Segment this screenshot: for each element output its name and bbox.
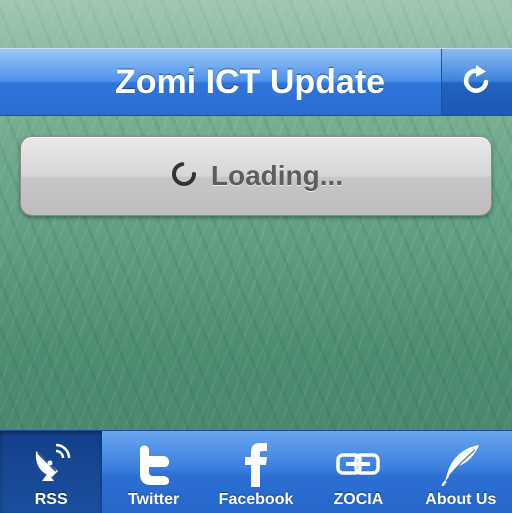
loading-indicator: Loading... [20,136,492,216]
page-title: Zomi ICT Update [114,63,386,101]
tab-bar: RSS Twitter Facebook ZOCIA About Us [0,430,512,513]
feather-icon [439,439,483,489]
tab-label-zocia: ZOCIA [333,491,384,508]
tab-rss[interactable]: RSS [0,431,103,513]
twitter-icon [134,439,174,489]
link-icon [336,439,381,489]
tab-zocia[interactable]: ZOCIA [307,431,409,513]
tab-twitter[interactable]: Twitter [102,431,204,513]
tab-label-facebook: Facebook [218,491,294,508]
tab-label-about-us: About Us [425,491,497,508]
refresh-button[interactable] [441,49,512,115]
spinner-icon [169,159,199,194]
facebook-icon [241,439,271,489]
status-area [0,0,512,48]
tab-facebook[interactable]: Facebook [205,431,307,513]
satellite-dish-icon [28,439,74,489]
tab-label-twitter: Twitter [127,491,180,508]
nav-bar: Zomi ICT Update [0,48,512,116]
tab-label-rss: RSS [34,491,68,508]
loading-text: Loading... [210,160,344,191]
refresh-icon [460,63,494,102]
tab-about-us[interactable]: About Us [410,431,512,513]
